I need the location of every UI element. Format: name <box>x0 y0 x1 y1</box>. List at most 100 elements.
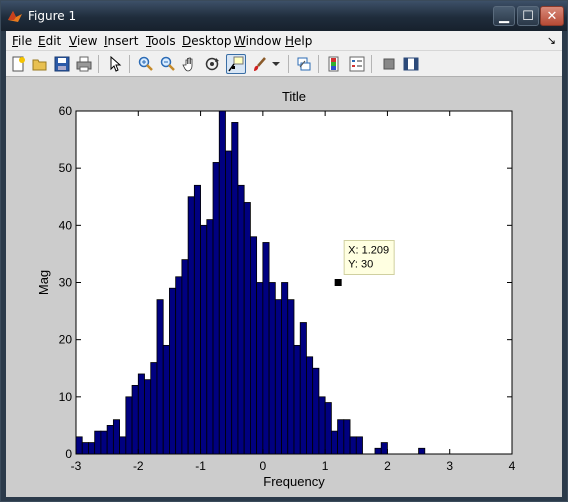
print-icon[interactable] <box>74 54 94 74</box>
y-tick-label: 60 <box>59 104 73 118</box>
y-tick-label: 30 <box>59 276 73 290</box>
histogram-bar[interactable] <box>169 287 177 455</box>
histogram-bar[interactable] <box>162 344 170 455</box>
y-axis-label: Mag <box>36 270 51 295</box>
histogram-bar[interactable] <box>355 436 363 455</box>
hide-plot-tools-icon[interactable] <box>379 54 399 74</box>
histogram-bar[interactable] <box>287 299 295 455</box>
y-tick-label: 20 <box>59 333 73 347</box>
brush-dropdown-icon[interactable] <box>270 54 282 74</box>
datatip-x-text: X: 1.209 <box>348 245 389 257</box>
dock-figure-icon[interactable]: ↘ <box>547 34 556 47</box>
histogram-bar[interactable] <box>81 442 89 455</box>
minimize-button[interactable]: ▁ <box>493 6 515 26</box>
rotate-3d-icon[interactable] <box>202 54 222 74</box>
histogram-bar[interactable] <box>119 436 127 455</box>
histogram-bar[interactable] <box>88 442 96 455</box>
histogram-bar[interactable] <box>237 184 245 455</box>
histogram-bar[interactable] <box>200 224 208 455</box>
close-button[interactable]: ✕ <box>540 6 564 26</box>
histogram-bar[interactable] <box>106 425 114 455</box>
histogram-bar[interactable] <box>418 447 426 455</box>
save-icon[interactable] <box>52 54 72 74</box>
histogram-bar[interactable] <box>374 447 382 455</box>
histogram-bar[interactable] <box>249 236 258 455</box>
histogram-bar[interactable] <box>187 196 195 455</box>
histogram-bar[interactable] <box>318 396 326 455</box>
histogram-bar[interactable] <box>218 110 226 455</box>
histogram-bar[interactable] <box>193 184 201 455</box>
histogram-bar[interactable] <box>125 396 133 455</box>
histogram-bar[interactable] <box>299 322 307 455</box>
histogram-bar[interactable] <box>312 367 320 455</box>
histogram-bar[interactable] <box>100 430 108 455</box>
histogram-bar[interactable] <box>274 299 282 455</box>
y-tick-label: 0 <box>65 447 72 461</box>
histogram-bar[interactable] <box>112 419 121 455</box>
maximize-button[interactable]: ☐ <box>517 6 539 26</box>
new-figure-icon[interactable] <box>8 54 28 74</box>
chart-title: Title <box>282 89 306 104</box>
zoom-out-icon[interactable] <box>158 54 178 74</box>
histogram-bar[interactable] <box>137 373 145 455</box>
open-file-icon[interactable] <box>30 54 50 74</box>
title-bar[interactable]: Figure 1 ▁ ☐ ✕ <box>1 1 567 31</box>
histogram-bar[interactable] <box>94 430 102 455</box>
histogram-bar[interactable] <box>75 436 83 455</box>
datatip-y-text: Y: 30 <box>348 259 373 271</box>
histogram-bar[interactable] <box>144 379 152 455</box>
histogram-bar[interactable] <box>337 419 345 455</box>
pan-hand-icon[interactable] <box>180 54 200 74</box>
histogram-bar[interactable] <box>150 362 158 455</box>
histogram-bar[interactable] <box>330 430 339 455</box>
histogram-bar[interactable] <box>175 276 183 455</box>
histogram-bar[interactable] <box>349 436 357 455</box>
menu-file[interactable]: File <box>12 34 32 48</box>
histogram-bar[interactable] <box>156 299 164 455</box>
link-plot-icon[interactable] <box>294 54 314 74</box>
zoom-in-icon[interactable] <box>136 54 156 74</box>
histogram-plot: -3 -2 -1 0 1 2 3 40102030405060 Title Frequency… <box>36 89 516 489</box>
menu-help[interactable]: Help <box>285 34 312 48</box>
histogram-bar[interactable] <box>212 162 220 455</box>
y-tick-label: 50 <box>59 161 73 175</box>
histogram-bar[interactable] <box>256 282 264 455</box>
histogram-bar[interactable] <box>324 402 332 455</box>
x-tick-label: -3 <box>71 459 82 473</box>
menu-view[interactable]: View <box>69 34 97 48</box>
x-tick-label: 3 <box>446 459 453 473</box>
histogram-bar[interactable] <box>225 150 233 455</box>
menu-desktop[interactable]: Desktop <box>182 34 232 48</box>
menu-edit[interactable]: Edit <box>38 34 61 48</box>
menu-window[interactable]: Window <box>234 34 281 48</box>
x-tick-label: 1 <box>322 459 329 473</box>
histogram-bar[interactable] <box>343 419 351 455</box>
matlab-logo-icon <box>8 11 22 22</box>
datatip-marker[interactable] <box>333 278 343 287</box>
histogram-bar[interactable] <box>243 202 251 455</box>
histogram-bar[interactable] <box>268 282 276 455</box>
x-tick-label: 4 <box>509 459 516 473</box>
histogram-bar[interactable] <box>293 344 301 455</box>
colorbar-icon[interactable] <box>325 54 345 74</box>
pointer-icon[interactable] <box>105 54 125 74</box>
histogram-bar[interactable] <box>206 219 214 455</box>
histogram-bar[interactable] <box>262 242 270 455</box>
histogram-bar[interactable] <box>281 282 289 455</box>
x-tick-label: 0 <box>260 459 267 473</box>
show-plot-tools-icon[interactable] <box>401 54 421 74</box>
menu-tools[interactable]: Tools <box>146 34 176 48</box>
y-tick-label: 10 <box>59 390 73 404</box>
data-cursor-icon[interactable] <box>226 54 246 74</box>
histogram-bar[interactable] <box>306 356 314 455</box>
histogram-bar[interactable] <box>131 384 139 455</box>
x-tick-label: -2 <box>133 459 144 473</box>
histogram-bar[interactable] <box>231 122 239 455</box>
x-tick-label: -1 <box>195 459 206 473</box>
legend-icon[interactable] <box>347 54 367 74</box>
menu-bar: ↘ File Edit View Insert Tools Desktop Window He… <box>6 31 562 51</box>
histogram-bar[interactable] <box>380 442 388 455</box>
menu-insert[interactable]: Insert <box>104 34 138 48</box>
histogram-bar[interactable] <box>181 259 189 455</box>
brush-icon[interactable] <box>250 54 270 74</box>
